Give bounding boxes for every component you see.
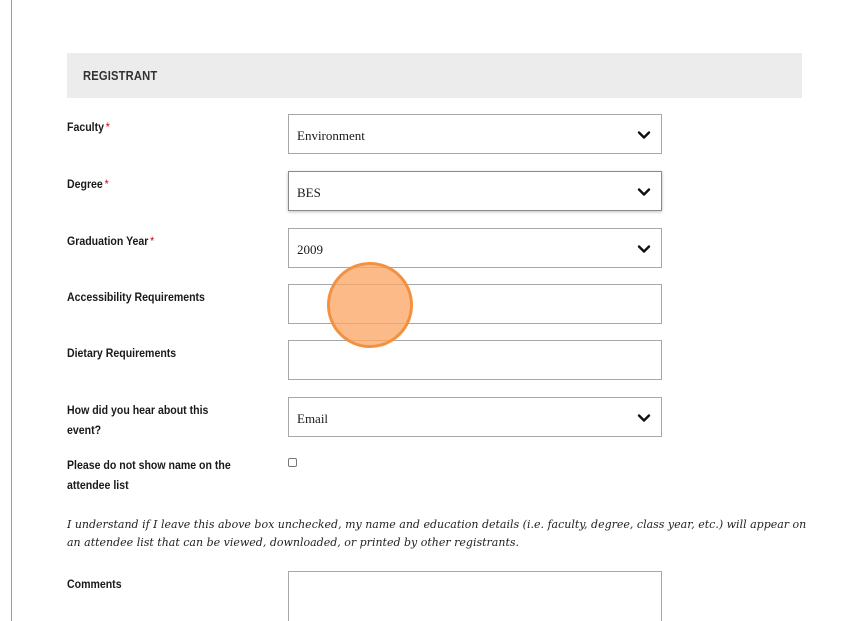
faculty-selected-value: Environment — [297, 128, 365, 143]
hide-name-label: Please do not show name on the attendee … — [67, 458, 231, 492]
required-marker: * — [104, 177, 109, 191]
attendee-list-notice: I understand if I leave this above box u… — [67, 518, 807, 549]
chevron-down-icon — [637, 245, 651, 253]
chevron-down-icon — [637, 188, 651, 196]
registration-form-page: REGISTRANT Faculty * Environment Degree * … — [0, 0, 850, 621]
chevron-down-icon — [637, 414, 651, 422]
hear-about-label: How did you hear about this event? — [67, 403, 209, 437]
hide-name-checkbox[interactable] — [288, 458, 297, 467]
graduation-year-label: Graduation Year * — [67, 234, 155, 248]
hear-about-select[interactable]: Email — [288, 397, 662, 437]
accessibility-label: Accessibility Requirements — [67, 290, 205, 304]
dietary-label: Dietary Requirements — [67, 346, 177, 360]
accessibility-input[interactable] — [288, 284, 662, 324]
comments-label: Comments — [67, 577, 122, 591]
graduation-year-selected-value: 2009 — [297, 242, 323, 257]
hear-about-selected-value: Email — [297, 411, 329, 426]
left-divider — [11, 0, 12, 621]
chevron-down-icon — [637, 131, 651, 139]
section-title: REGISTRANT — [83, 68, 158, 83]
required-marker: * — [105, 120, 110, 134]
faculty-label: Faculty * — [67, 120, 110, 134]
degree-label: Degree * — [67, 177, 109, 191]
required-marker: * — [150, 234, 155, 248]
graduation-year-select[interactable]: 2009 — [288, 228, 662, 268]
dietary-input[interactable] — [288, 340, 662, 380]
degree-select[interactable]: BES — [288, 171, 662, 211]
degree-selected-value: BES — [297, 185, 321, 200]
faculty-select[interactable]: Environment — [288, 114, 662, 154]
comments-textarea[interactable] — [288, 571, 662, 621]
section-header: REGISTRANT — [67, 53, 802, 98]
